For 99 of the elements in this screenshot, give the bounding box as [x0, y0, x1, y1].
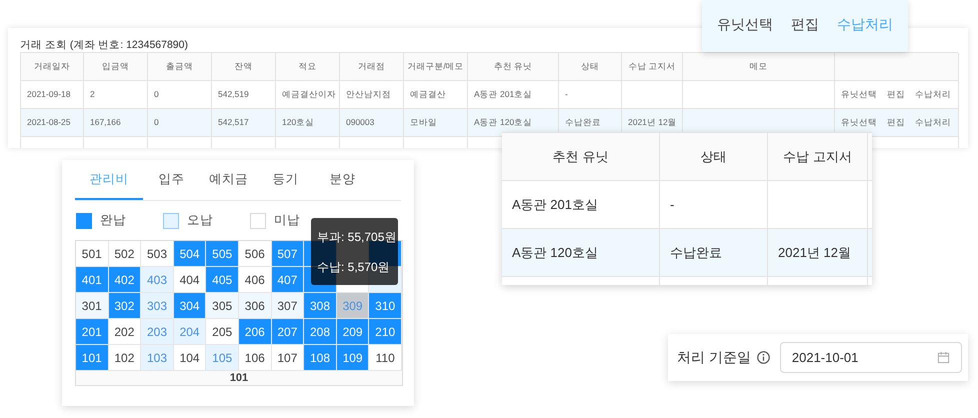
- unit-cell[interactable]: 107: [272, 345, 304, 371]
- legend-label: 오납: [187, 212, 213, 230]
- table-cell-text: -: [670, 196, 674, 214]
- table-cell: 090003: [346, 116, 374, 129]
- row-action-link[interactable]: 유닛선택: [841, 88, 877, 101]
- table-row[interactable]: 2021-08-25 167,166 0 542,517 120호실 090003 모바일 A동관 120호실 수납완료 2021년 12월 유닛선택 편집 수납처리: [21, 109, 958, 137]
- table-title: 거래 조회 (계좌 번호: 1234567890): [20, 39, 188, 51]
- table-cell: 2021년 12월: [628, 116, 677, 129]
- table-cell-text: A동관 120호실: [512, 244, 598, 262]
- unit-cell[interactable]: 203: [141, 319, 174, 345]
- tab[interactable]: 예치금: [200, 160, 257, 200]
- date-label: 처리 기준일: [677, 348, 751, 367]
- legend-label: 미납: [274, 212, 300, 230]
- unit-cell[interactable]: 405: [206, 267, 239, 293]
- table-cell: -: [565, 88, 568, 101]
- unit-cell[interactable]: 108: [304, 345, 337, 371]
- table-cell: 모바일: [410, 116, 437, 129]
- table-cell: 167,166: [90, 116, 121, 129]
- unit-cell[interactable]: 401: [76, 267, 109, 293]
- table-cell: 120호실: [282, 116, 314, 129]
- table-row[interactable]: A동관 120호실 수납완료 2021년 12월: [502, 229, 872, 277]
- table-cell: 안산남지점: [346, 88, 391, 101]
- unit-cell[interactable]: 503: [141, 241, 174, 267]
- unit-cell[interactable]: 209: [336, 319, 370, 345]
- unit-cell[interactable]: 304: [174, 293, 206, 319]
- row-action-link[interactable]: 편집: [887, 116, 905, 129]
- unit-cell[interactable]: 202: [108, 319, 142, 345]
- unit-cell[interactable]: 102: [108, 345, 142, 371]
- row-action-link[interactable]: 유닛선택: [841, 116, 877, 129]
- unit-cell[interactable]: 205: [206, 319, 239, 345]
- unit-cell[interactable]: 104: [174, 345, 206, 371]
- table-cell: 수납완료: [565, 116, 601, 129]
- unit-cell[interactable]: 308: [304, 293, 337, 319]
- table-cell-text: 2021년 12월: [778, 244, 851, 262]
- unit-cell[interactable]: 502: [108, 241, 142, 267]
- column-header: 수납 고지서: [783, 148, 852, 166]
- unit-cell[interactable]: 105: [206, 345, 239, 371]
- unit-cell[interactable]: 310: [369, 293, 402, 319]
- unit-cell[interactable]: 103: [141, 345, 174, 371]
- unit-cell[interactable]: 507: [272, 241, 304, 267]
- table-cell: 0: [154, 116, 159, 129]
- unit-cell[interactable]: 504: [174, 241, 206, 267]
- table-cell: 542,519: [218, 88, 249, 101]
- unit-cell[interactable]: 403: [141, 267, 174, 293]
- action-link[interactable]: 유닛선택: [717, 14, 773, 34]
- unit-cell[interactable]: 110: [369, 345, 402, 371]
- unit-cell[interactable]: 206: [238, 319, 272, 345]
- unit-cell[interactable]: 404: [174, 267, 206, 293]
- legend-swatch: [76, 212, 92, 228]
- unit-cell[interactable]: 305: [206, 293, 239, 319]
- unit-cell[interactable]: 106: [238, 345, 272, 371]
- unit-cell[interactable]: 306: [238, 293, 272, 319]
- info-icon: [756, 351, 770, 364]
- unit-cell[interactable]: 210: [369, 319, 402, 345]
- column-header: 추천 유닛: [552, 148, 608, 166]
- date-field[interactable]: 2021-10-01: [780, 342, 962, 373]
- table-cell: 542,517: [218, 116, 249, 129]
- table-cell: 0: [154, 88, 159, 101]
- unit-cell[interactable]: 505: [206, 241, 239, 267]
- tooltip-text: 수납: 5,570원: [317, 258, 391, 276]
- table-cell: 2: [90, 88, 95, 101]
- tab[interactable]: 등기: [257, 160, 314, 200]
- table-cell: 2021-08-25: [27, 116, 70, 129]
- unit-cell[interactable]: 204: [174, 319, 206, 345]
- tab[interactable]: 분양: [314, 160, 371, 200]
- legend-swatch: [250, 212, 266, 228]
- tab[interactable]: 입주: [143, 160, 200, 200]
- unit-cell[interactable]: 307: [272, 293, 304, 319]
- table-cell: 2021-09-18: [27, 88, 70, 101]
- unit-cell[interactable]: 303: [141, 293, 174, 319]
- calendar-icon: [936, 351, 950, 364]
- unit-cell[interactable]: 208: [304, 319, 337, 345]
- table-row[interactable]: 2021-09-18 2 0 542,519 예금결산이자 안산남지점 예금결산 A동관 201호실 - 유닛선택 편집 수납처리: [21, 81, 958, 109]
- legend-label: 완납: [100, 212, 126, 230]
- unit-cell[interactable]: 301: [76, 293, 109, 319]
- column-header: 상태: [700, 148, 726, 166]
- table-cell-text: 수납완료: [670, 244, 722, 262]
- unit-cell[interactable]: 201: [76, 319, 109, 345]
- row-action-link[interactable]: 수납처리: [915, 116, 951, 129]
- unit-cell[interactable]: 101: [76, 345, 109, 371]
- row-action-link[interactable]: 편집: [887, 88, 905, 101]
- table-cell: 예금결산이자: [282, 88, 336, 101]
- table-cell-text: A동관 201호실: [512, 196, 598, 214]
- table-cell: 예금결산: [410, 88, 446, 101]
- unit-cell[interactable]: 406: [238, 267, 272, 293]
- unit-cell[interactable]: 302: [108, 293, 142, 319]
- unit-cell[interactable]: 207: [272, 319, 304, 345]
- table-cell: A동관 120호실: [474, 116, 532, 129]
- table-row[interactable]: A동관 201호실 -: [502, 181, 872, 229]
- unit-cell[interactable]: 506: [238, 241, 272, 267]
- unit-cell[interactable]: 407: [272, 267, 304, 293]
- row-action-link[interactable]: 수납처리: [915, 88, 951, 101]
- unit-cell[interactable]: 501: [76, 241, 109, 267]
- table-cell: A동관 201호실: [474, 88, 532, 101]
- building-footer: 101: [76, 371, 402, 385]
- action-link[interactable]: 편집: [791, 14, 819, 34]
- legend-swatch: [163, 212, 179, 228]
- unit-cell[interactable]: 402: [108, 267, 142, 293]
- unit-cell[interactable]: 109: [336, 345, 370, 371]
